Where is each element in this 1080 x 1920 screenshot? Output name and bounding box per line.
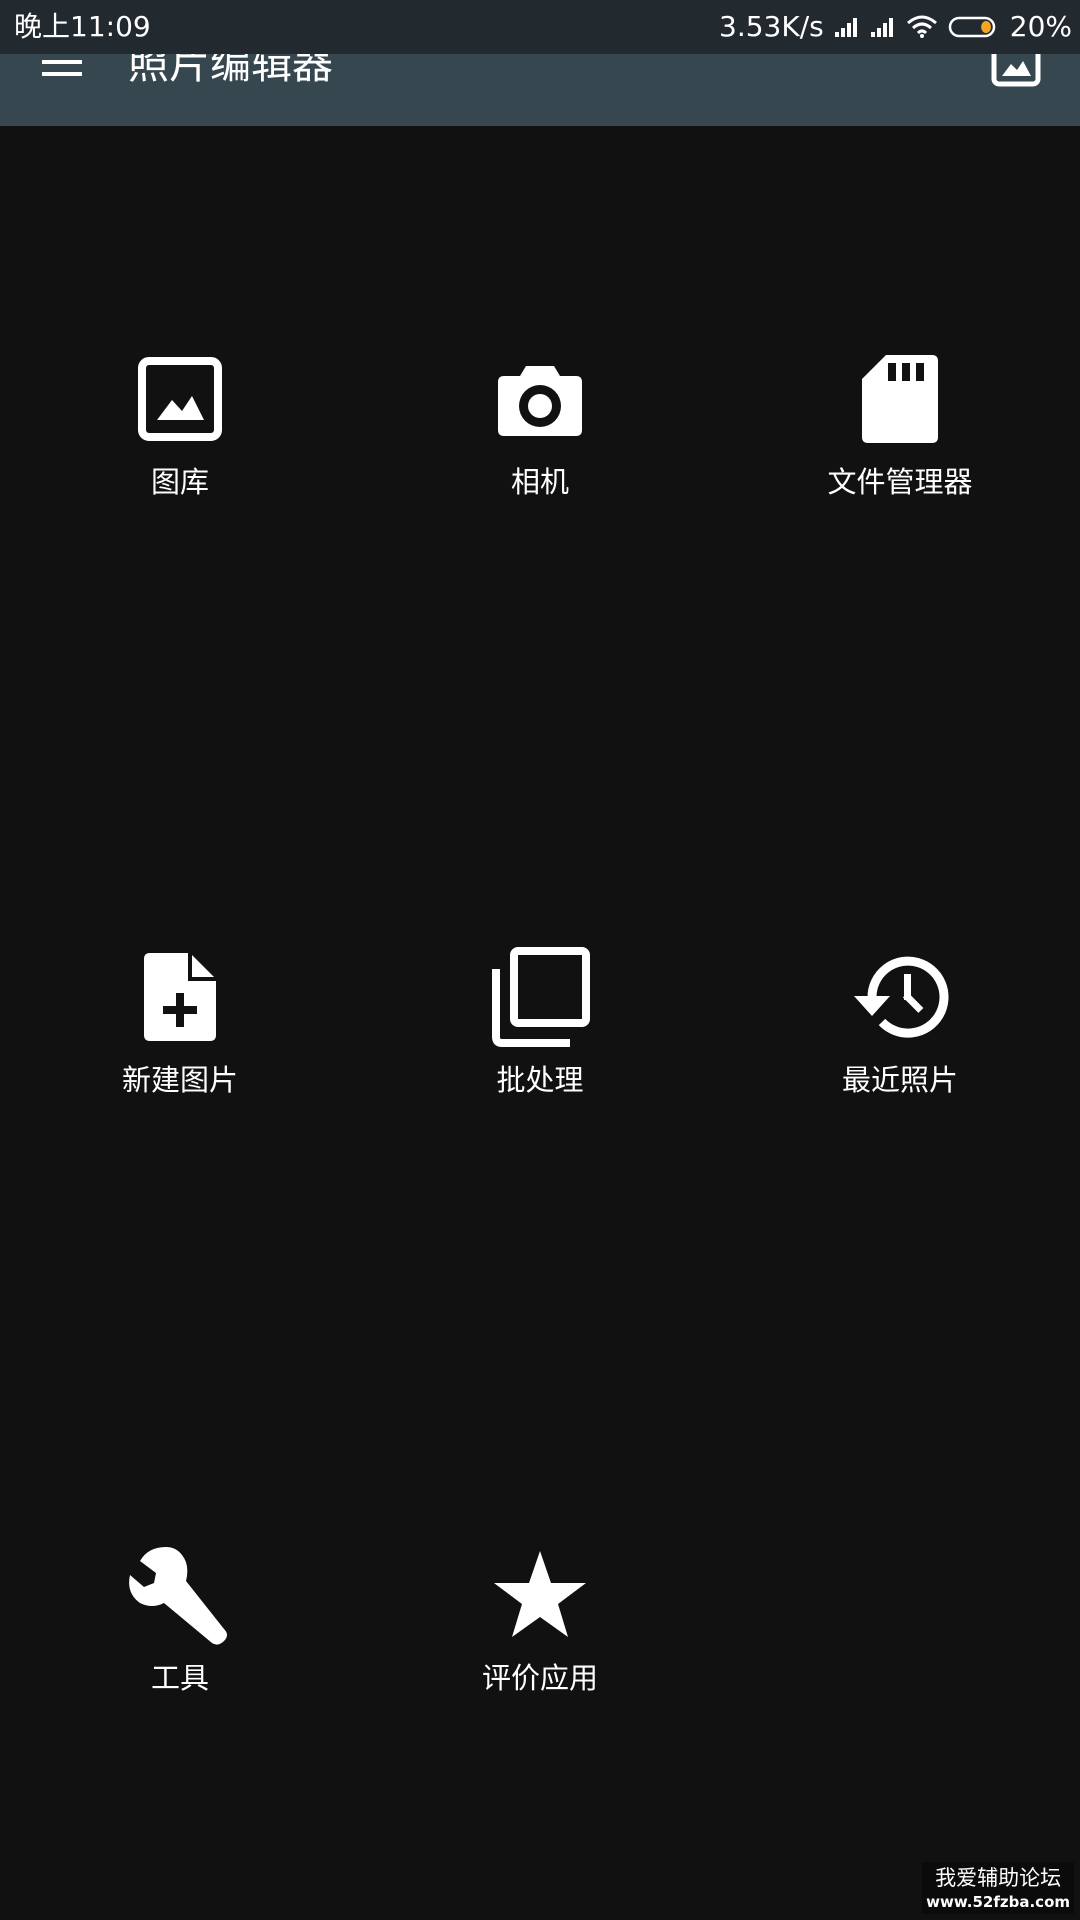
grid-item-label: 评价应用 <box>481 1661 598 1695</box>
grid-item-label: 图库 <box>150 465 209 499</box>
status-time: 晚上11:09 <box>14 10 151 43</box>
status-icons: 3.53K/s 20% <box>719 8 1072 46</box>
grid-item-file-manager[interactable]: 文件管理器 <box>740 344 1060 524</box>
grid-item-batch[interactable]: 批处理 <box>380 942 700 1122</box>
grid-item-label: 批处理 <box>496 1063 584 1097</box>
batch-icon <box>492 947 590 1047</box>
star-icon <box>494 1551 586 1637</box>
watermark: 我爱辅助论坛 www.52fzba.com <box>922 1862 1074 1914</box>
battery-icon <box>948 16 996 38</box>
wifi-icon <box>906 15 937 38</box>
grid-item-label: 新建图片 <box>121 1063 238 1097</box>
signal-icon <box>870 18 893 37</box>
grid-item-label: 工具 <box>150 1661 209 1695</box>
history-icon <box>854 956 949 1038</box>
wrench-icon <box>129 1547 227 1645</box>
battery-percent: 20% <box>1009 10 1072 43</box>
sd-card-icon <box>862 355 938 443</box>
image-icon <box>138 357 222 441</box>
new-file-icon <box>144 953 216 1041</box>
signal-icon <box>834 18 857 37</box>
grid-item-label: 最近照片 <box>841 1063 958 1097</box>
grid-item-gallery[interactable]: 图库 <box>20 344 340 524</box>
grid-item-rate-app[interactable]: 评价应用 <box>380 1540 700 1720</box>
grid-item-new-image[interactable]: 新建图片 <box>20 942 340 1122</box>
status-bar: 晚上11:09 3.53K/s 20% <box>0 0 1080 54</box>
grid-item-tools[interactable]: 工具 <box>20 1540 340 1720</box>
grid-item-recent-photos[interactable]: 最近照片 <box>740 942 1060 1122</box>
screen: 照片编辑器 晚上11:09 3.53K/s 20% 图库 相机 文件管理器 新建… <box>0 0 1080 1920</box>
grid-item-camera[interactable]: 相机 <box>380 344 700 524</box>
net-speed: 3.53K/s <box>719 10 824 43</box>
grid-item-label: 文件管理器 <box>827 465 973 499</box>
watermark-text: 我爱辅助论坛 <box>935 1866 1062 1890</box>
camera-icon <box>498 366 582 436</box>
grid-item-label: 相机 <box>510 465 569 499</box>
watermark-url: www.52fzba.com <box>926 1893 1070 1911</box>
